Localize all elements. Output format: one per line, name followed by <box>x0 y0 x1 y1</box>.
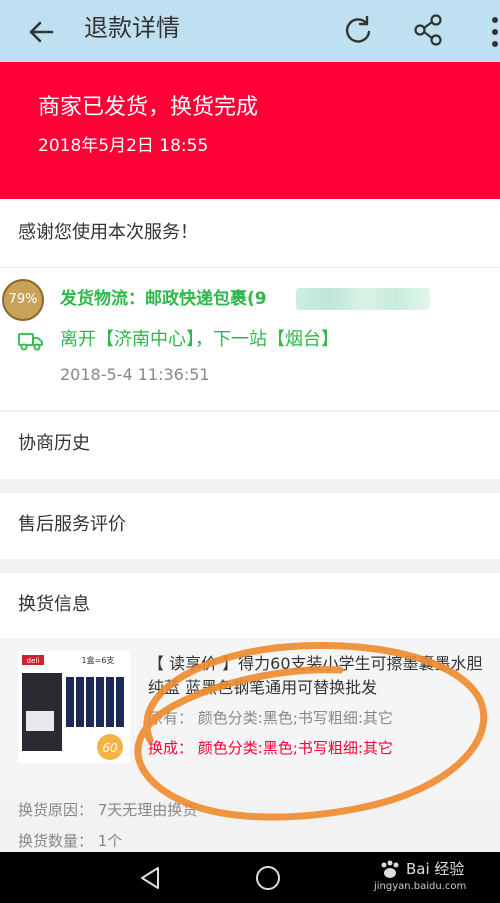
more-vertical-icon[interactable] <box>486 14 500 50</box>
product-item[interactable]: deli 1盒=6支 60 【 读享价 】得力60支装小学生可擦墨囊墨水胆纯蓝 … <box>0 638 500 798</box>
product-name: 【 读享价 】得力60支装小学生可擦墨囊墨水胆纯蓝 蓝黑色钢笔通用可替换批发 <box>148 654 483 697</box>
blurred-tracking-number <box>296 288 430 310</box>
status-banner: 商家已发货，换货完成 2018年5月2日 18:55 <box>0 62 500 199</box>
progress-badge: 79% <box>2 279 44 321</box>
thumb-count: 60 <box>102 741 118 755</box>
share-icon[interactable] <box>408 10 448 50</box>
nav-home-icon[interactable] <box>254 864 282 892</box>
exchange-info-label: 换货信息 <box>18 594 90 615</box>
exchange-info-row: 换货信息 <box>0 573 500 638</box>
refresh-icon[interactable] <box>338 10 378 50</box>
baidu-jingyan-watermark: Bai 经验 jingyan.baidu.com <box>372 858 494 898</box>
logistics-card[interactable]: 79% 发货物流：邮政快递包裹(9 离开【济南中心】，下一站【烟台】 2018-… <box>0 268 500 410</box>
logistics-route: 离开【济南中心】，下一站【烟台】 <box>60 329 339 350</box>
baidu-paw-icon <box>381 860 399 878</box>
thumb-brand: deli <box>27 657 40 665</box>
changed-spec: 换成： 颜色分类:黑色;书写粗细:其它 <box>148 739 393 757</box>
nav-back-icon[interactable] <box>136 864 164 892</box>
logistics-title: 发货物流：邮政快递包裹(9 <box>60 289 267 309</box>
refund-status: 商家已发货，换货完成 <box>38 95 259 120</box>
truck-icon <box>18 333 43 351</box>
exchange-quantity: 换货数量： 1个 <box>18 832 123 850</box>
thanks-text: 感谢您使用本次服务！ <box>18 222 198 243</box>
back-arrow-icon[interactable] <box>22 12 62 52</box>
app-header: 退款详情 <box>0 0 500 62</box>
service-review-row[interactable]: 售后服务评价 <box>0 493 500 559</box>
exchange-reason: 换货原因： 7天无理由换货 <box>18 801 198 819</box>
negotiation-history-label: 协商历史 <box>18 433 90 454</box>
original-spec: 原有： 颜色分类:黑色;书写粗细:其它 <box>148 709 393 727</box>
page-title: 退款详情 <box>84 14 180 42</box>
watermark-brand: Bai 经验 <box>406 860 465 878</box>
service-review-label: 售后服务评价 <box>18 514 126 535</box>
thanks-card: 感谢您使用本次服务！ <box>0 199 500 267</box>
product-thumbnail: deli 1盒=6支 60 <box>18 651 130 763</box>
negotiation-history-row[interactable]: 协商历史 <box>0 412 500 479</box>
status-date: 2018年5月2日 18:55 <box>38 136 209 156</box>
thumb-label: 1盒=6支 <box>82 655 115 665</box>
logistics-time: 2018-5-4 11:36:51 <box>60 365 210 384</box>
watermark-url: jingyan.baidu.com <box>374 881 467 892</box>
